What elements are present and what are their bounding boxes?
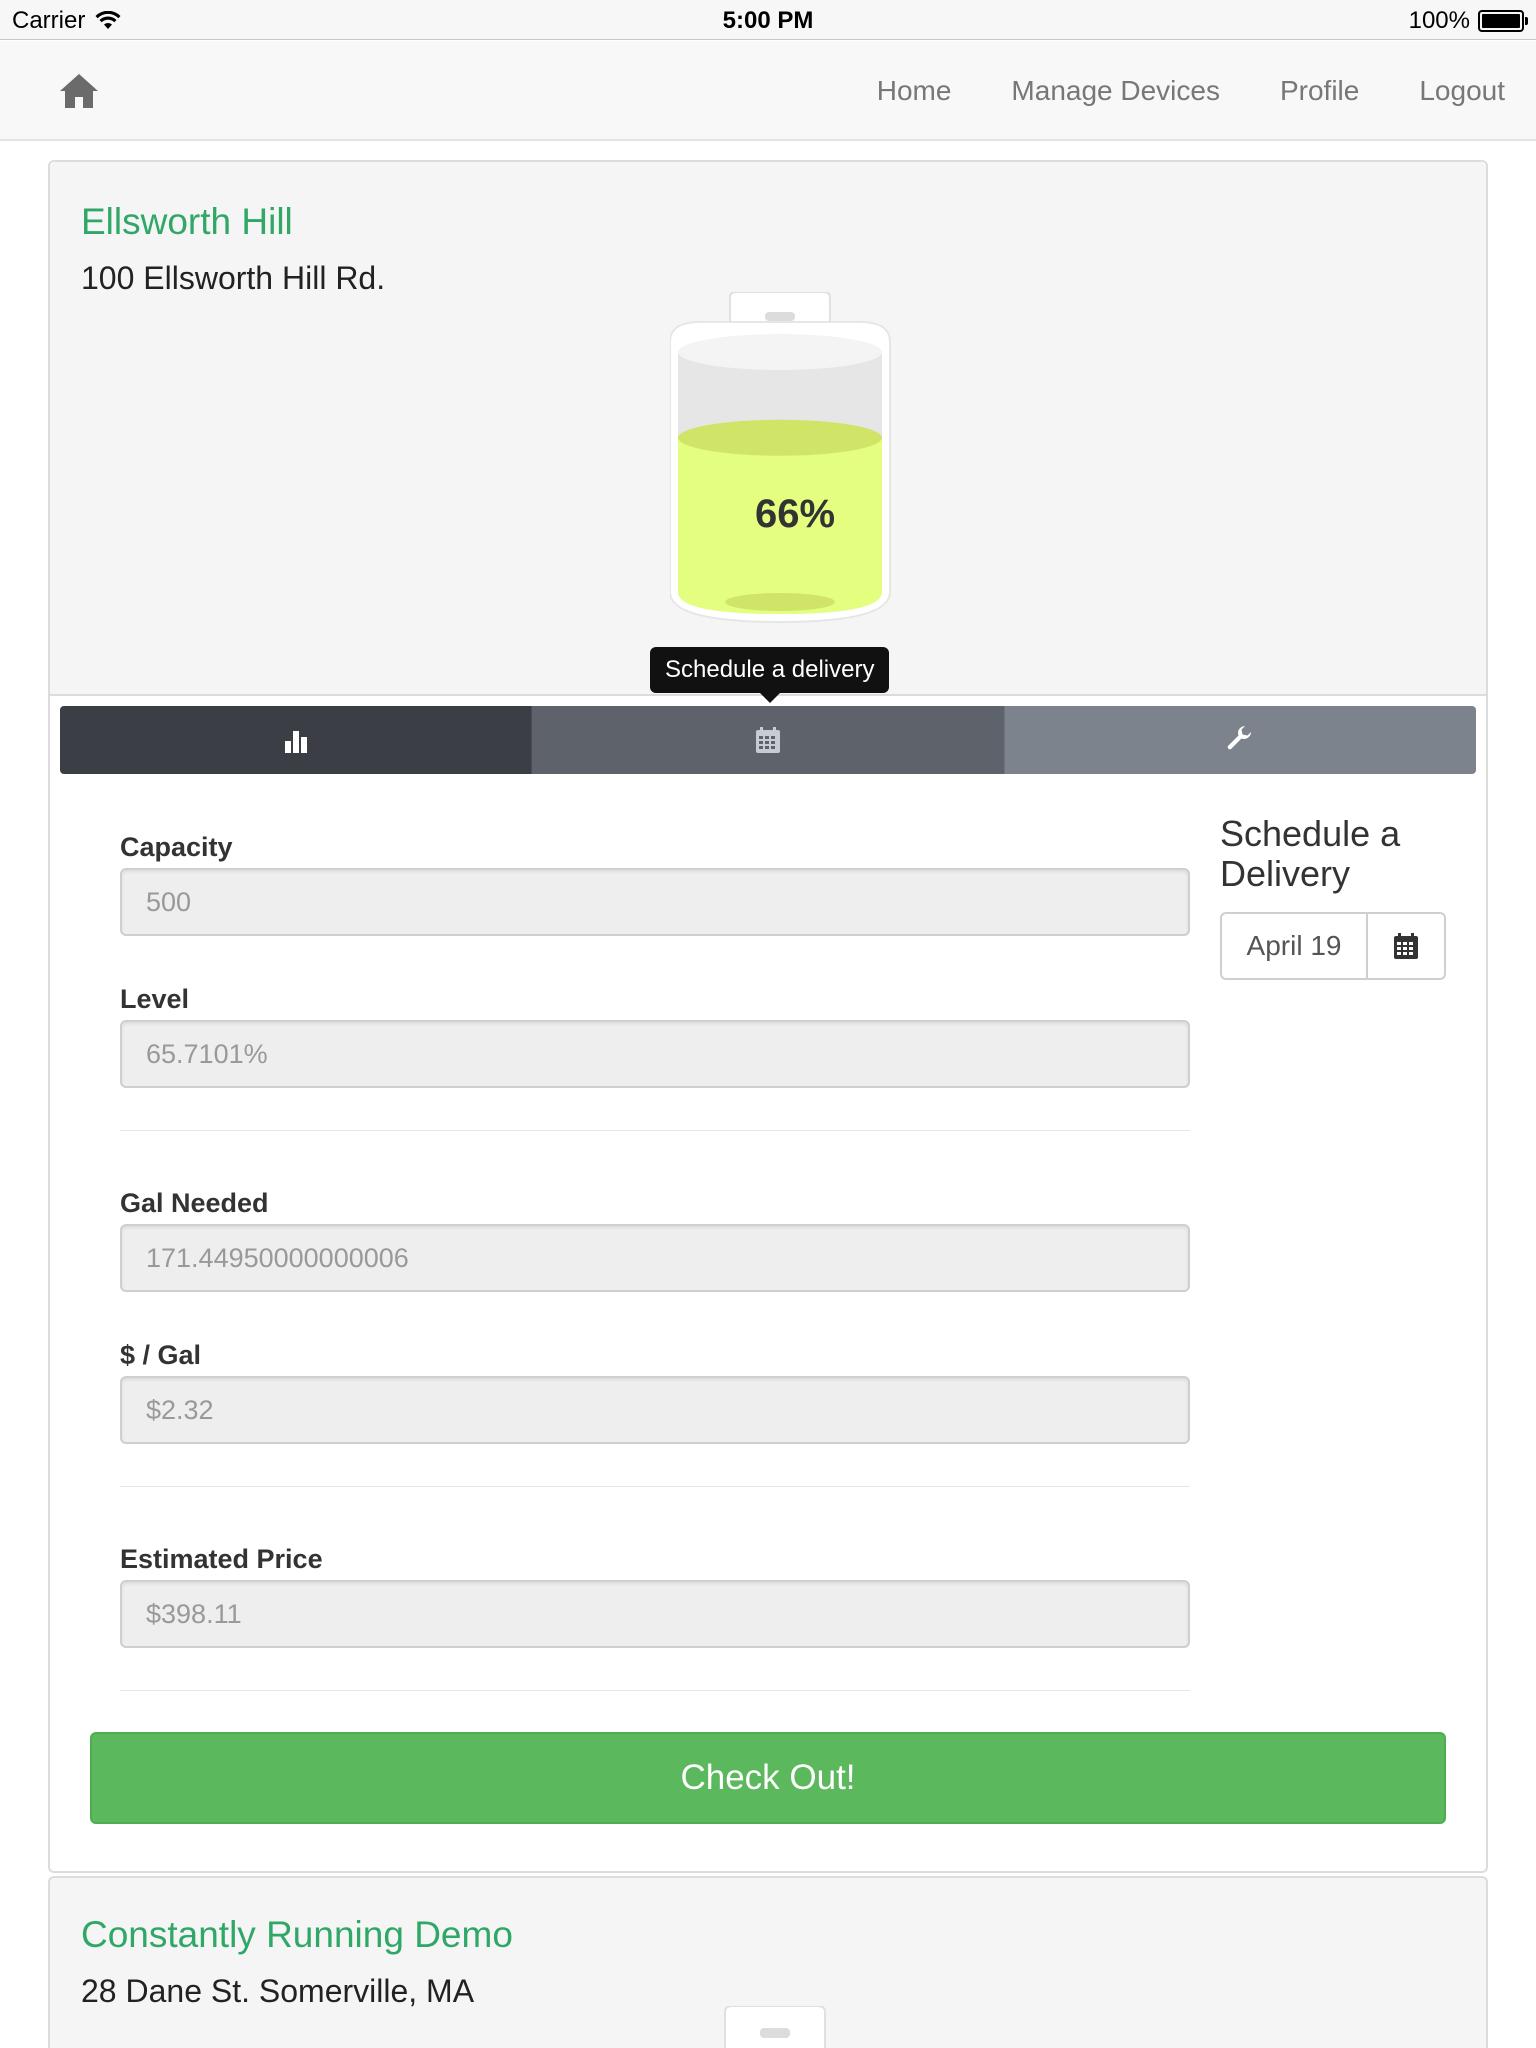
tab-schedule[interactable] (531, 706, 1005, 774)
battery-indicator: 100% (1408, 7, 1528, 35)
capacity-field[interactable]: 500 (120, 868, 1190, 936)
home-icon[interactable] (58, 70, 100, 112)
capacity-label: Capacity (120, 832, 233, 862)
battery-percent: 100% (1408, 7, 1470, 34)
device-tabs (60, 706, 1476, 774)
battery-icon (1478, 10, 1528, 32)
gal-needed-field[interactable]: 171.44950000000006 (120, 1224, 1190, 1292)
price-per-gal-label: $ / Gal (120, 1340, 202, 1370)
wrench-icon (1228, 726, 1252, 750)
device-panel-header: Ellsworth Hill 100 Ellsworth Hill Rd. 66… (50, 162, 1486, 703)
bar-chart-icon (284, 731, 307, 753)
calendar-icon (755, 727, 780, 753)
date-picker-button[interactable] (1368, 914, 1444, 978)
delivery-date-picker: April 19 (1220, 912, 1446, 980)
device-name: Constantly Running Demo (81, 1914, 513, 1955)
form-divider (120, 1690, 1190, 1691)
nav-profile[interactable]: Profile (1280, 75, 1359, 107)
tank-level-gauge: 66% (669, 291, 920, 672)
checkout-button[interactable]: Check Out! (90, 1732, 1446, 1824)
tank-graphic (669, 291, 891, 624)
schedule-delivery-title: Schedule a Delivery (1220, 813, 1401, 894)
device-panel: Ellsworth Hill 100 Ellsworth Hill Rd. 66… (48, 160, 1488, 1873)
level-label: Level (120, 984, 190, 1014)
form-divider (120, 1486, 1190, 1487)
estimated-price-label: Estimated Price (120, 1544, 323, 1574)
device-address: 100 Ellsworth Hill Rd. (81, 260, 386, 296)
tab-settings[interactable] (1004, 706, 1476, 774)
nav-logout[interactable]: Logout (1419, 75, 1505, 107)
schedule-tooltip: Schedule a delivery (650, 647, 890, 703)
device-name: Ellsworth Hill (81, 201, 293, 242)
tab-stats[interactable] (60, 706, 532, 774)
nav-links: Home Manage Devices Profile Logout (877, 41, 1536, 141)
tank-level-gauge (724, 2006, 826, 2048)
tank-percent: 66% (754, 492, 836, 536)
level-field[interactable]: 65.7101% (120, 1020, 1190, 1088)
nav-home[interactable]: Home (877, 75, 952, 107)
status-bar: Carrier 5:00 PM 100% (0, 0, 1536, 40)
price-per-gal-field[interactable]: $2.32 (120, 1376, 1190, 1444)
calendar-icon (1394, 933, 1418, 959)
form-divider (120, 1130, 1190, 1131)
device-panel: Constantly Running Demo 28 Dane St. Some… (48, 1876, 1488, 2048)
nav-manage-devices[interactable]: Manage Devices (1011, 75, 1220, 107)
delivery-date-field[interactable]: April 19 (1222, 914, 1368, 978)
top-navbar: Home Manage Devices Profile Logout (0, 41, 1536, 141)
device-address: 28 Dane St. Somerville, MA (81, 1973, 475, 2009)
estimated-price-field[interactable]: $398.11 (120, 1580, 1190, 1648)
gal-needed-label: Gal Needed (120, 1188, 269, 1218)
clock: 5:00 PM (722, 7, 814, 34)
